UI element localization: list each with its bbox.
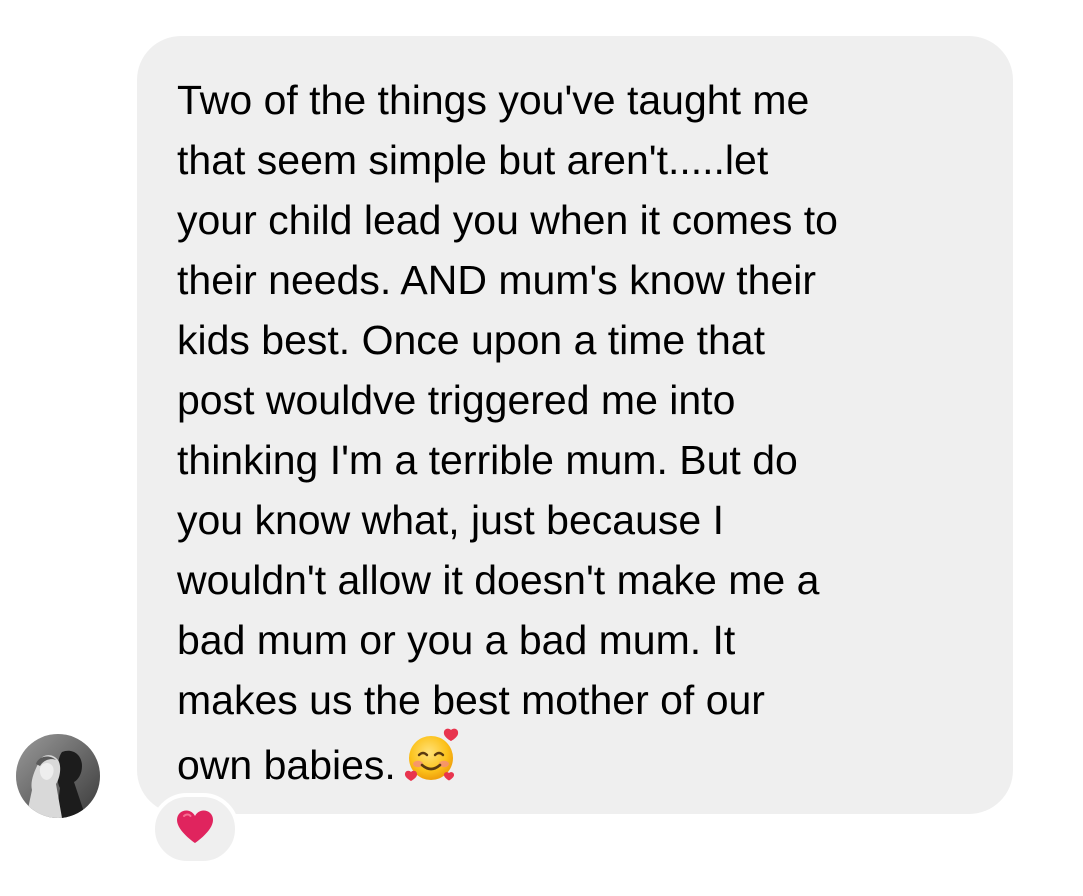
message-line: wouldn't allow it doesn't make me a <box>177 557 820 603</box>
message-line: Two of the things you've taught me <box>177 77 810 123</box>
message-line: makes us the best mother of our <box>177 677 765 723</box>
message-line: that seem simple but aren't.....let <box>177 137 769 183</box>
message-line: their needs. AND mum's know their <box>177 257 817 303</box>
smiling-face-with-hearts-icon <box>402 726 462 802</box>
message-line: kids best. Once upon a time that <box>177 317 765 363</box>
message-line: post wouldve triggered me into <box>177 377 736 423</box>
heart-reaction[interactable] <box>151 793 239 865</box>
message-text: Two of the things you've taught me that … <box>177 70 977 806</box>
message-line: bad mum or you a bad mum. It <box>177 617 736 663</box>
message-line-last: own babies. <box>177 728 977 806</box>
message-line: your child lead you when it comes to <box>177 197 838 243</box>
message-line: you know what, just because I <box>177 497 724 543</box>
message-line: thinking I'm a terrible mum. But do <box>177 437 798 483</box>
message-line: own babies. <box>177 741 396 788</box>
red-heart-icon <box>175 809 215 850</box>
sender-avatar[interactable] <box>16 734 100 818</box>
message-bubble[interactable]: Two of the things you've taught me that … <box>137 36 1013 814</box>
